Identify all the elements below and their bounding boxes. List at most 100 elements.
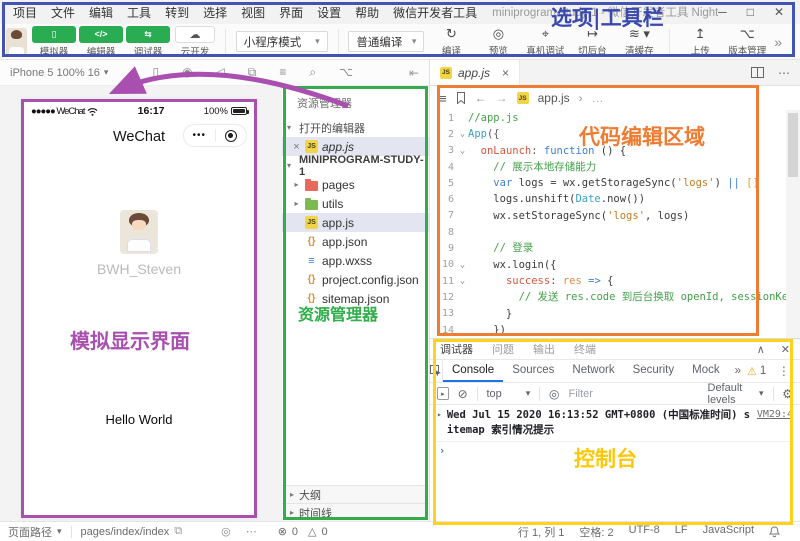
collapse-sidebar-icon[interactable]: ⇤	[409, 66, 419, 80]
debugger-toggle-button[interactable]: ⇆ 调试器	[128, 26, 168, 58]
outline-icon[interactable]: ≡	[279, 65, 286, 80]
menu-item-8[interactable]: 设置	[310, 4, 348, 21]
debugger-tab-1[interactable]: 问题	[492, 341, 514, 357]
statusbar-info-1[interactable]: 空格: 2	[579, 524, 613, 540]
close-icon[interactable]: ✕	[774, 5, 784, 19]
console-prompt[interactable]: ›	[437, 442, 793, 460]
mode-select[interactable]: 小程序模式 ▾	[236, 31, 328, 52]
close-tab-icon[interactable]: ×	[502, 66, 509, 80]
cloud-dev-button[interactable]: ☁ 云开发	[175, 26, 215, 58]
breadcrumb-more[interactable]: …	[592, 91, 604, 105]
tree-item-app.js[interactable]: JSapp.js	[282, 213, 429, 232]
menu-item-6[interactable]: 视图	[234, 4, 272, 21]
upload-button[interactable]: ↥ 上传	[680, 27, 720, 57]
editor-scrollbar[interactable]	[786, 110, 800, 338]
debugger-tab-0[interactable]: 调试器	[440, 341, 473, 357]
device-icon[interactable]: ▯	[152, 65, 159, 80]
warning-badge[interactable]: ⚠ 1	[747, 365, 766, 378]
preview-button[interactable]: ◎ 预览	[478, 27, 518, 57]
code-line-5[interactable]: var logs = wx.getStorageSync('logs') || …	[468, 175, 786, 191]
devtools-tab-mock[interactable]: Mock	[683, 360, 728, 382]
menu-item-1[interactable]: 文件	[44, 4, 82, 21]
menu-item-10[interactable]: 微信开发者工具	[386, 4, 484, 21]
tree-item-app.wxss[interactable]: ≡app.wxss	[282, 251, 429, 270]
filter-input[interactable]	[568, 388, 698, 400]
statusbar-info-2[interactable]: UTF-8	[629, 524, 660, 540]
tab-app-js[interactable]: JS app.js ×	[430, 60, 520, 85]
fold-icon[interactable]: ⌄	[457, 129, 468, 139]
code-line-2[interactable]: App({	[468, 126, 786, 142]
close-icon[interactable]: ×	[292, 141, 301, 153]
code-line-1[interactable]: //app.js	[468, 110, 786, 126]
clear-console-icon[interactable]: ⊘	[458, 387, 468, 401]
simulator-toggle-button[interactable]: ▯ 模拟器	[34, 26, 74, 58]
debugger-tab-2[interactable]: 输出	[533, 341, 555, 357]
windows-icon[interactable]: ⧉	[248, 65, 257, 80]
phone-screen[interactable]: ●●●●● WeChat 16:17 100% WeChat	[22, 100, 256, 517]
clear-cache-button[interactable]: ≋ ▾ 清缓存	[619, 27, 659, 57]
more-tabs-icon[interactable]: »	[729, 365, 747, 377]
disclosure-triangle-icon[interactable]: ▸	[437, 408, 442, 438]
console-output[interactable]: ▸ Wed Jul 15 2020 16:13:52 GMT+0800 (中国标…	[430, 405, 800, 521]
search-icon[interactable]: ⌕	[309, 65, 316, 80]
to-background-button[interactable]: ↦ 切后台	[572, 27, 612, 57]
device-selector[interactable]: iPhone 5 100% 16 ▾	[10, 67, 108, 79]
compile-mode-select[interactable]: 普通编译 ▾	[348, 31, 424, 52]
menu-item-7[interactable]: 界面	[272, 4, 310, 21]
code-line-4[interactable]: // 展示本地存储能力	[468, 159, 786, 175]
bookmark-icon[interactable]	[456, 92, 466, 104]
branch-icon[interactable]: ⌥	[339, 65, 353, 80]
code-line-7[interactable]: wx.setStorageSync('logs', logs)	[468, 208, 786, 224]
nav-forward-icon[interactable]: →	[496, 91, 508, 105]
user-avatar[interactable]	[6, 28, 27, 55]
code-line-10[interactable]: wx.login({	[468, 257, 786, 273]
tree-item-project.config.json[interactable]: {}project.config.json	[282, 270, 429, 289]
tree-item-utils[interactable]: ▸utils	[282, 194, 429, 213]
maximize-icon[interactable]: □	[747, 5, 754, 19]
code-line-11[interactable]: success: res => {	[468, 273, 786, 289]
code-line-8[interactable]	[468, 224, 786, 240]
chevron-right-icon[interactable]: ▸	[292, 180, 301, 189]
more-actions-icon[interactable]: ⋯	[778, 66, 790, 80]
bottom-panel-1[interactable]: ▸时间线	[282, 503, 429, 521]
code-line-9[interactable]: // 登录	[468, 240, 786, 256]
sound-icon[interactable]: ◁	[216, 65, 225, 80]
live-expression-eye-icon[interactable]: ◎	[549, 387, 559, 401]
console-log-entry[interactable]: ▸ Wed Jul 15 2020 16:13:52 GMT+0800 (中国标…	[437, 408, 793, 442]
bell-icon[interactable]	[769, 526, 780, 538]
scrollbar-thumb[interactable]	[788, 113, 798, 177]
more-chevron-icon[interactable]: »	[774, 34, 794, 50]
copy-icon[interactable]: ⧉	[174, 525, 182, 538]
minimize-target-icon[interactable]	[216, 130, 247, 142]
code-line-14[interactable]: })	[468, 322, 786, 338]
chevron-right-icon[interactable]: ▸	[292, 199, 301, 208]
split-editor-icon[interactable]	[751, 67, 764, 78]
minimize-icon[interactable]: ─	[718, 5, 727, 19]
page-path-selector[interactable]: 页面路径 ▾	[8, 524, 62, 540]
context-select[interactable]: top ▾	[486, 388, 530, 400]
more-dots-icon[interactable]: •••	[184, 130, 215, 141]
tree-item-app.json[interactable]: {}app.json	[282, 232, 429, 251]
inspect-element-icon[interactable]	[430, 360, 443, 382]
code-line-3[interactable]: onLaunch: function () {	[468, 143, 786, 159]
version-control-button[interactable]: ⌥ 版本管理	[727, 27, 767, 57]
debugger-tab-3[interactable]: 终端	[574, 341, 596, 357]
user-profile-avatar[interactable]	[120, 210, 158, 254]
menu-item-9[interactable]: 帮助	[348, 4, 386, 21]
code-line-12[interactable]: // 发送 res.code 到后台换取 openId, sessionKey,…	[468, 289, 786, 305]
kebab-menu-icon[interactable]: ⋮	[778, 364, 790, 378]
close-panel-icon[interactable]: ✕	[781, 343, 790, 356]
eye-icon[interactable]: ◎	[221, 525, 231, 538]
remote-debug-button[interactable]: ⌖ 真机调试	[525, 27, 565, 57]
code-line-6[interactable]: logs.unshift(Date.now())	[468, 191, 786, 207]
bottom-panel-0[interactable]: ▸大纲	[282, 485, 429, 503]
record-icon[interactable]: ◉	[182, 65, 192, 80]
breadcrumb-file[interactable]: app.js	[538, 91, 570, 105]
fold-icon[interactable]: ⌄	[457, 276, 468, 286]
collapse-panel-icon[interactable]: ∧	[757, 343, 765, 356]
devtools-tab-network[interactable]: Network	[563, 360, 623, 382]
tree-item-sitemap.json[interactable]: {}sitemap.json	[282, 289, 429, 308]
devtools-tab-console[interactable]: Console	[443, 360, 503, 382]
outline-toggle-icon[interactable]: ≡	[439, 91, 447, 106]
nav-back-icon[interactable]: ←	[475, 91, 487, 105]
